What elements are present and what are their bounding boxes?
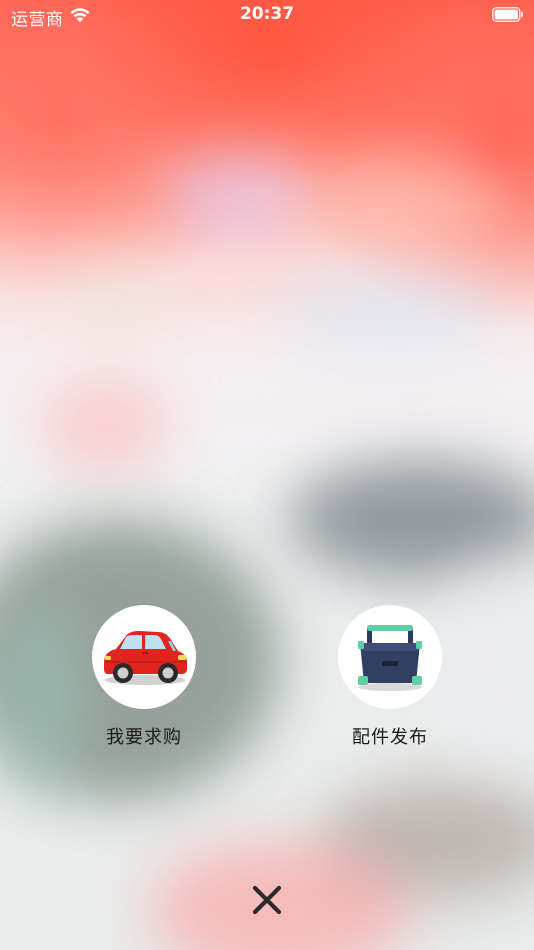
parts-publish-label: 配件发布 [352,727,428,748]
request-purchase-button[interactable]: 我要求购 [64,605,224,749]
close-icon [252,885,282,915]
parts-publish-icon-circle[interactable] [338,605,442,709]
status-time: 20:37 [239,4,295,24]
request-purchase-label: 我要求购 [106,727,182,748]
close-button[interactable] [249,882,285,918]
blurred-backdrop [0,0,534,950]
toolbox-icon [358,625,422,691]
request-purchase-icon-circle[interactable] [92,605,196,709]
parts-publish-button[interactable]: 配件发布 [310,605,470,749]
battery-icon [492,7,523,22]
status-bar: 运营商 20:37 [0,0,534,30]
red-car-icon [104,631,187,685]
